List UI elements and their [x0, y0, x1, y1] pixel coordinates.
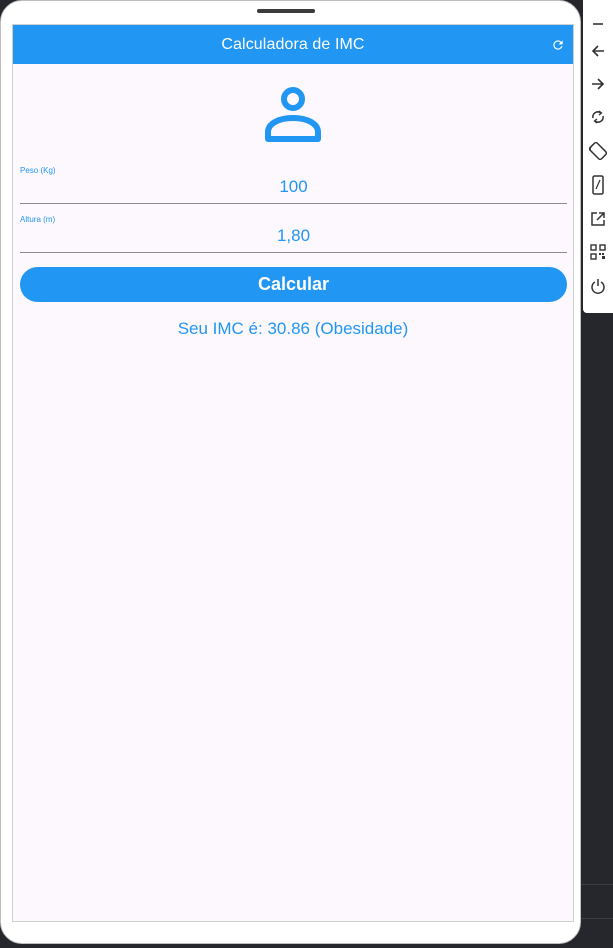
weight-label: Peso (Kg)	[20, 166, 56, 175]
power-button[interactable]	[588, 276, 608, 296]
minimize-button[interactable]	[588, 13, 608, 33]
emulator-toolbar	[583, 0, 613, 313]
emulator-stage: Calculadora de IMC Peso (Kg) Altura (m)	[0, 0, 613, 948]
height-underline	[20, 252, 567, 253]
person-icon	[265, 87, 321, 142]
refresh-button[interactable]	[549, 36, 567, 54]
qr-code-icon	[590, 244, 606, 260]
weight-field[interactable]: Peso (Kg)	[20, 166, 567, 205]
phone-icon	[592, 175, 604, 195]
rotate-button[interactable]	[588, 107, 608, 127]
back-button[interactable]	[588, 41, 608, 61]
refresh-icon	[553, 40, 563, 50]
rotate-device-button[interactable]	[588, 141, 608, 161]
weight-underline	[20, 203, 567, 204]
rotate-device-icon	[588, 141, 608, 161]
height-field[interactable]: Altura (m)	[20, 215, 567, 254]
minimize-icon	[593, 23, 603, 25]
open-external-icon	[591, 212, 605, 226]
app-bar: Calculadora de IMC	[13, 25, 573, 64]
rotate-icon	[592, 110, 604, 124]
result-text: Seu IMC é: 30.86 (Obesidade)	[177, 319, 409, 338]
device-frame: Calculadora de IMC Peso (Kg) Altura (m)	[0, 0, 581, 944]
qr-code-button[interactable]	[588, 242, 608, 262]
forward-button[interactable]	[588, 74, 608, 94]
calculate-button[interactable]: Calcular	[20, 267, 567, 302]
height-input[interactable]	[20, 225, 567, 247]
phone-button[interactable]	[588, 175, 608, 195]
forward-icon	[592, 78, 605, 90]
height-label: Altura (m)	[20, 215, 56, 224]
weight-input[interactable]	[20, 176, 567, 198]
open-external-button[interactable]	[588, 209, 608, 229]
app-screen: Calculadora de IMC Peso (Kg) Altura (m)	[12, 24, 574, 922]
back-icon	[591, 45, 604, 57]
device-notch	[257, 9, 315, 13]
power-icon	[591, 279, 605, 294]
app-title: Calculadora de IMC	[221, 35, 365, 53]
